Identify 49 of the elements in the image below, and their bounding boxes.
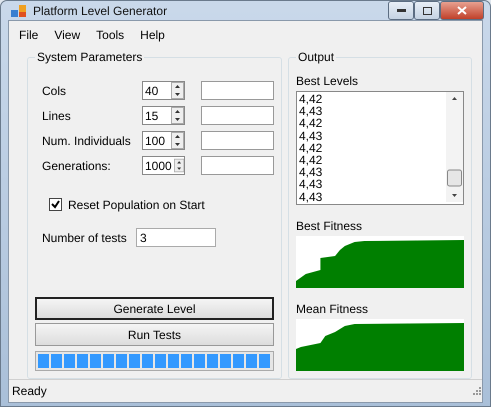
checkbox[interactable] — [49, 198, 62, 211]
checkbox-label: Reset Population on Start — [68, 198, 206, 212]
list-item: 4,43 — [299, 178, 324, 191]
scrollbar[interactable] — [446, 92, 463, 202]
text-field[interactable] — [201, 131, 274, 150]
menu-item[interactable]: Help — [134, 26, 171, 44]
list-item: 4,43 — [299, 166, 324, 178]
minimize-icon — [396, 9, 406, 12]
text-field[interactable] — [201, 106, 274, 125]
maximize-icon — [422, 6, 432, 14]
close-button[interactable] — [440, 1, 484, 20]
action-button[interactable]: Generate Level — [35, 297, 274, 320]
field-label: Lines — [41, 108, 72, 122]
number-spinner[interactable]: 40 — [142, 81, 185, 100]
menu-item[interactable]: Tools — [90, 26, 130, 44]
maximize-button[interactable] — [414, 1, 440, 20]
menu-item[interactable]: File — [13, 26, 44, 44]
best-levels-list[interactable]: 4,42 4,43 4,42 4,43 4,42 4,42 4,43 4,43 4,43 — [296, 91, 464, 205]
field-label: Cols — [41, 84, 68, 98]
chart-label: Mean Fitness — [296, 302, 370, 316]
minimize-button[interactable] — [388, 1, 414, 20]
resize-grip-icon[interactable] — [472, 386, 482, 396]
number-spinner[interactable]: 100 — [142, 131, 185, 150]
group-title: Output — [297, 50, 336, 64]
list-item: 4,42 — [299, 154, 324, 166]
number-spinner[interactable]: 15 — [142, 106, 185, 125]
text-field[interactable] — [201, 81, 274, 100]
list-item: 4,42 — [299, 117, 324, 130]
text-field[interactable] — [201, 156, 274, 175]
window-title: Platform Level Generator — [33, 4, 168, 18]
list-item: 4,43 — [299, 105, 324, 118]
close-icon — [457, 6, 467, 15]
list-item: 4,42 — [299, 93, 324, 106]
list-item: 4,42 — [299, 142, 324, 154]
field-label: Generations: — [41, 158, 112, 172]
chart-label: Best Fitness — [296, 219, 364, 233]
text-field[interactable]: 3 — [136, 228, 216, 247]
app-icon — [11, 4, 27, 18]
checkmark-icon — [51, 200, 60, 209]
menu-item[interactable]: View — [48, 26, 86, 44]
list-item: 4,43 — [299, 190, 324, 203]
group-title: System Parameters — [36, 50, 144, 64]
number-spinner[interactable]: 1000 — [142, 156, 185, 175]
list-item: 4,43 — [299, 130, 324, 142]
list-label: Best Levels — [296, 74, 360, 88]
field-label: Num. Individuals — [41, 134, 132, 148]
field-label: Number of tests — [41, 230, 128, 244]
action-button[interactable]: Run Tests — [35, 323, 274, 346]
status-text: Ready — [12, 384, 47, 398]
